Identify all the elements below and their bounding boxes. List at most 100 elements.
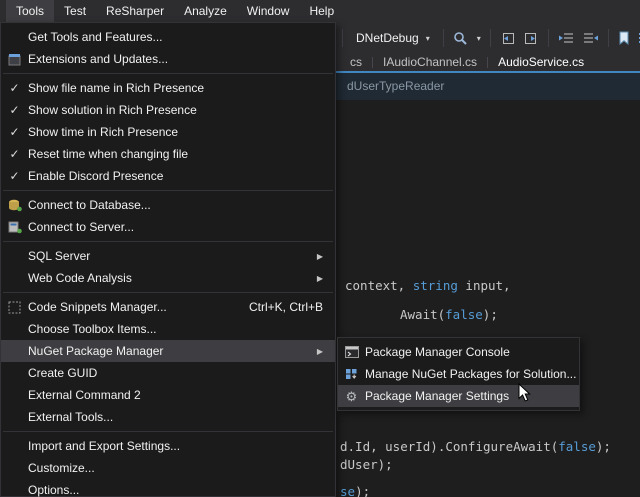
- navigation-member-label: dUserTypeReader: [347, 79, 444, 93]
- toolbar-separator: [608, 29, 609, 47]
- console-icon: [338, 346, 365, 358]
- tab-iaudiochannel[interactable]: IAudioChannel.cs: [373, 54, 487, 71]
- code-keyword: false: [445, 307, 483, 322]
- menu-separator: [3, 431, 333, 432]
- submenu-item-label: Package Manager Console: [365, 345, 567, 359]
- chevron-down-icon[interactable]: ▾: [477, 34, 481, 43]
- nuget-package-manager-submenu: Package Manager Console Manage NuGet Pac…: [337, 337, 580, 411]
- tab-partial[interactable]: cs: [340, 54, 372, 71]
- toolbar-separator: [548, 29, 549, 47]
- code-text: context,: [345, 278, 413, 293]
- menu-item-label: Import and Export Settings...: [28, 439, 323, 453]
- menu-item-label: Web Code Analysis: [28, 271, 309, 285]
- menubar-item-test[interactable]: Test: [54, 0, 96, 22]
- menubar-item-tools[interactable]: Tools: [6, 0, 54, 22]
- checkmark-icon: ✓: [1, 81, 28, 95]
- code-line: se);: [340, 484, 370, 497]
- bookmark-icon[interactable]: [618, 29, 630, 47]
- code-text: dUser);: [340, 457, 393, 472]
- code-text: );: [355, 484, 370, 497]
- code-keyword: false: [558, 439, 596, 454]
- code-text: d.Id, userId).ConfigureAwait(: [340, 439, 558, 454]
- code-snippets-icon: [1, 301, 28, 314]
- gear-icon: ⚙: [338, 390, 365, 403]
- menu-item-get-tools-and-features[interactable]: Get Tools and Features...: [1, 26, 335, 48]
- checkmark-icon: ✓: [1, 125, 28, 139]
- menu-item-show-time[interactable]: ✓ Show time in Rich Presence: [1, 121, 335, 143]
- menu-item-sql-server[interactable]: SQL Server ▶: [1, 245, 335, 267]
- menu-item-label: Connect to Server...: [28, 220, 323, 234]
- menu-item-show-solution[interactable]: ✓ Show solution in Rich Presence: [1, 99, 335, 121]
- menu-item-external-tools[interactable]: External Tools...: [1, 406, 335, 428]
- tools-menu: Get Tools and Features... Extensions and…: [0, 22, 336, 497]
- submenu-item-package-manager-settings[interactable]: ⚙ Package Manager Settings: [338, 385, 579, 407]
- menu-item-label: Reset time when changing file: [28, 147, 323, 161]
- code-text: );: [596, 439, 611, 454]
- menu-item-web-code-analysis[interactable]: Web Code Analysis ▶: [1, 267, 335, 289]
- manage-packages-icon: [338, 368, 365, 380]
- menu-item-choose-toolbox-items[interactable]: Choose Toolbox Items...: [1, 318, 335, 340]
- menu-item-connect-to-server[interactable]: Connect to Server...: [1, 216, 335, 238]
- menu-item-import-export-settings[interactable]: Import and Export Settings...: [1, 435, 335, 457]
- menu-item-label: Choose Toolbox Items...: [28, 322, 323, 336]
- extensions-icon: [1, 53, 28, 66]
- submenu-arrow-icon: ▶: [317, 274, 323, 283]
- menu-separator: [3, 292, 333, 293]
- menu-item-label: Connect to Database...: [28, 198, 323, 212]
- menu-item-label: External Tools...: [28, 410, 323, 424]
- menu-item-nuget-package-manager[interactable]: NuGet Package Manager ▶: [1, 340, 335, 362]
- submenu-item-label: Package Manager Settings: [365, 389, 567, 403]
- menu-item-customize[interactable]: Customize...: [1, 457, 335, 479]
- menu-item-label: SQL Server: [28, 249, 309, 263]
- code-text: input,: [458, 278, 511, 293]
- tab-audioservice[interactable]: AudioService.cs: [488, 54, 594, 71]
- menu-item-external-command-2[interactable]: External Command 2: [1, 384, 335, 406]
- indent-decrease-icon[interactable]: [558, 29, 574, 47]
- menu-item-shortcut: Ctrl+K, Ctrl+B: [249, 300, 323, 314]
- code-text: );: [483, 307, 498, 322]
- menu-item-label: Show time in Rich Presence: [28, 125, 323, 139]
- menu-item-label: NuGet Package Manager: [28, 344, 309, 358]
- indent-increase-icon[interactable]: [583, 29, 599, 47]
- submenu-item-manage-nuget-packages[interactable]: Manage NuGet Packages for Solution...: [338, 363, 579, 385]
- find-in-files-icon[interactable]: [453, 29, 468, 47]
- submenu-item-package-manager-console[interactable]: Package Manager Console: [338, 341, 579, 363]
- menu-item-extensions-and-updates[interactable]: Extensions and Updates...: [1, 48, 335, 70]
- menu-item-label: Show file name in Rich Presence: [28, 81, 323, 95]
- menu-item-enable-discord-presence[interactable]: ✓ Enable Discord Presence: [1, 165, 335, 187]
- menubar-item-analyze[interactable]: Analyze: [174, 0, 237, 22]
- code-line: dUser);: [340, 457, 393, 472]
- menu-separator: [3, 190, 333, 191]
- menu-item-create-guid[interactable]: Create GUID: [1, 362, 335, 384]
- submenu-arrow-icon: ▶: [317, 347, 323, 356]
- server-icon: [1, 221, 28, 234]
- menu-item-label: External Command 2: [28, 388, 323, 402]
- debug-target-dropdown[interactable]: DNetDebug ▾: [352, 29, 434, 47]
- menubar-item-window[interactable]: Window: [237, 0, 300, 22]
- menu-item-reset-time[interactable]: ✓ Reset time when changing file: [1, 143, 335, 165]
- menu-item-label: Enable Discord Presence: [28, 169, 323, 183]
- toolbar-separator: [342, 29, 343, 47]
- menubar-item-help[interactable]: Help: [299, 0, 344, 22]
- menu-item-label: Create GUID: [28, 366, 323, 380]
- chevron-down-icon: ▾: [426, 34, 430, 43]
- menu-separator: [3, 73, 333, 74]
- code-keyword: se: [340, 484, 355, 497]
- toolbar-separator: [443, 29, 444, 47]
- menubar-item-resharper[interactable]: ReSharper: [96, 0, 174, 22]
- checkmark-icon: ✓: [1, 103, 28, 117]
- checkmark-icon: ✓: [1, 169, 28, 183]
- menu-item-label: Extensions and Updates...: [28, 52, 323, 66]
- menu-item-connect-to-database[interactable]: Connect to Database...: [1, 194, 335, 216]
- menu-item-label: Code Snippets Manager...: [28, 300, 231, 314]
- mouse-cursor: [518, 383, 531, 406]
- menu-item-show-file-name[interactable]: ✓ Show file name in Rich Presence: [1, 77, 335, 99]
- menu-item-options[interactable]: Options...: [1, 479, 335, 497]
- menu-item-label: Options...: [28, 483, 323, 497]
- navigate-forward-icon[interactable]: [524, 29, 539, 47]
- database-icon: [1, 199, 28, 212]
- menu-item-code-snippets-manager[interactable]: Code Snippets Manager... Ctrl+K, Ctrl+B: [1, 296, 335, 318]
- menu-item-label: Get Tools and Features...: [28, 30, 323, 44]
- navigate-backward-icon[interactable]: [500, 29, 515, 47]
- checkmark-icon: ✓: [1, 147, 28, 161]
